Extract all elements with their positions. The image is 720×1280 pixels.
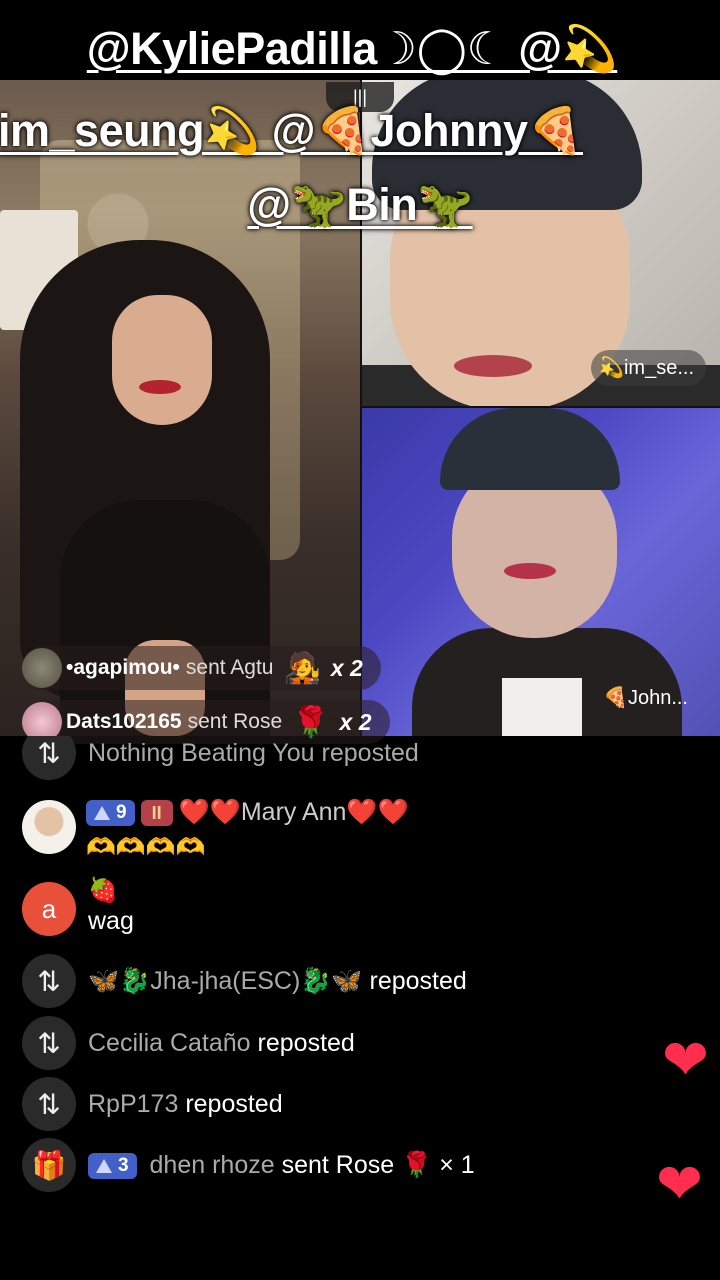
repost-icon: ⇅ <box>22 736 76 780</box>
avatar[interactable] <box>22 800 76 854</box>
chat-username[interactable]: Cecilia Cataño <box>88 1029 251 1057</box>
repost-icon: ⇅ <box>22 1016 76 1070</box>
floating-heart-icon: ❤ <box>656 1152 703 1215</box>
live-chat-feed[interactable]: ⇅ Nothing Beating You reposted 9 II ❤️❤️Ma… <box>0 736 720 1280</box>
guest-name-pill[interactable]: 🍕John... <box>595 680 700 716</box>
level-number: 9 <box>116 802 127 824</box>
gift-count: x 2 <box>330 654 363 681</box>
level-number: 3 <box>118 1154 129 1176</box>
level-badge: 9 <box>86 800 135 827</box>
chat-repost-row: ⇅ Nothing Beating You reposted <box>22 736 419 780</box>
level-icon <box>94 806 110 821</box>
gift-count: × 1 <box>439 1150 475 1179</box>
chat-message: 9 II ❤️❤️Mary Ann❤️❤️ 🫶🫶🫶🫶 <box>22 798 409 862</box>
guest-name-pill[interactable]: 💫im_se... <box>591 350 706 386</box>
level-icon <box>96 1158 112 1173</box>
chat-text: Nothing Beating You reposted <box>88 738 419 767</box>
chat-action: reposted <box>369 966 467 995</box>
level-badge: 3 <box>88 1152 137 1179</box>
chat-username[interactable]: dhen rhoze <box>150 1151 275 1179</box>
repost-icon: ⇅ <box>22 1077 76 1131</box>
repost-icon: ⇅ <box>22 954 76 1008</box>
guest-lips <box>454 355 532 377</box>
floating-heart-icon: ❤ <box>662 1028 709 1091</box>
gift-icon: 🧑‍🎤 <box>283 651 321 685</box>
caption-line: @🦖Bin🦖 <box>247 179 473 230</box>
chat-gift-row: 🎁 3 dhen rhoze sent Rose 🌹 × 1 <box>22 1138 475 1192</box>
chat-username[interactable]: ❤️❤️Mary Ann❤️❤️ <box>179 798 409 826</box>
chat-username[interactable]: 🦋🐉Jha-jha(ESC)🐉🦋 <box>88 967 363 995</box>
chat-message-text: 🫶🫶🫶🫶 <box>86 834 206 861</box>
guest-lips <box>504 563 556 579</box>
caption-line: im_seung💫 @🍕Johnny🍕 <box>0 105 584 156</box>
gift-sender: Dats102165 <box>66 710 182 733</box>
guest-name-label: 💫im_se... <box>599 357 694 379</box>
gift-count: x 2 <box>339 708 372 735</box>
guest-tee <box>502 678 582 736</box>
guest-name-label: 🍕John... <box>603 687 688 709</box>
host-face <box>112 295 212 425</box>
gift-sender: •agapimou• <box>66 656 180 679</box>
chat-username[interactable]: RpP173 <box>88 1090 178 1118</box>
chat-repost-row: ⇅ RpP173 reposted <box>22 1077 283 1131</box>
rose-icon: 🌹 <box>401 1150 433 1179</box>
rose-icon: 🌹 <box>292 705 330 739</box>
host-lips <box>139 380 181 394</box>
avatar <box>22 648 62 688</box>
chat-repost-row: ⇅ 🦋🐉Jha-jha(ESC)🐉🦋 reposted <box>22 954 467 1008</box>
chat-action: reposted <box>185 1089 283 1118</box>
chat-action: sent Rose <box>281 1150 395 1179</box>
chat-message: a 🍓 wag <box>22 876 134 936</box>
caption-line: @KyliePadilla☽◯☾ @💫 <box>86 23 618 74</box>
guest-cap <box>440 408 620 490</box>
avatar[interactable]: a <box>22 882 76 936</box>
chat-repost-row: ⇅ Cecilia Cataño reposted <box>22 1016 355 1070</box>
chat-action: reposted <box>257 1028 355 1057</box>
chat-username[interactable]: 🍓 <box>88 876 134 905</box>
chat-message-text: wag <box>88 907 134 935</box>
gift-action: sent Rose <box>187 710 283 733</box>
gift-action: sent Agtu <box>185 656 274 679</box>
gift-notification: •agapimou• sent Agtu 🧑‍🎤 x 2 <box>22 646 381 690</box>
gift-box-icon: 🎁 <box>22 1138 76 1192</box>
fan-badge: II <box>140 800 173 827</box>
